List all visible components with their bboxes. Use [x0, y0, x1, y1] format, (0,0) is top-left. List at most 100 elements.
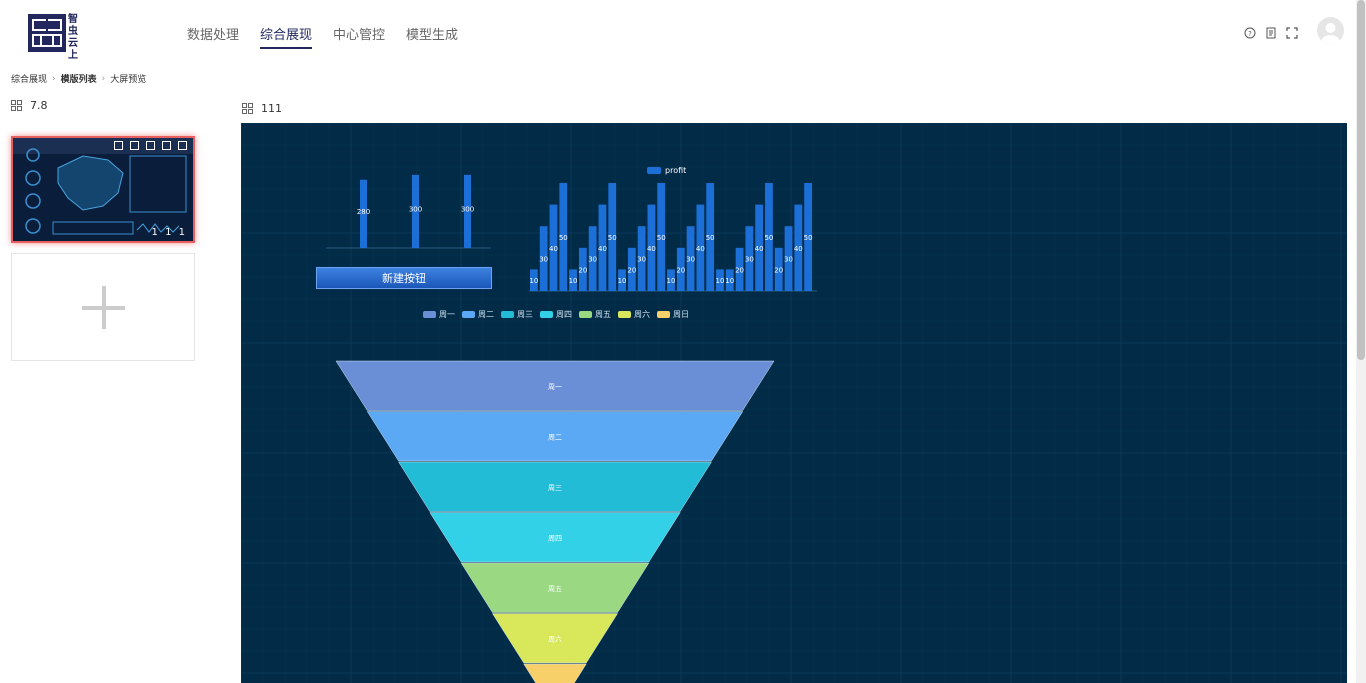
funnel-segment: [523, 663, 587, 683]
bar-data-label: 30: [745, 256, 754, 264]
bar-data-label: 50: [559, 234, 568, 242]
bar-chart-small: 280 300 300: [326, 174, 491, 249]
funnel-label: 周二: [548, 433, 562, 441]
scrollbar-thumb[interactable]: [1357, 0, 1365, 360]
add-template-button[interactable]: [11, 253, 195, 361]
bar-data-label: 30: [637, 256, 646, 264]
bar-data-label: 300: [409, 205, 422, 213]
legend-label: 周日: [673, 310, 689, 319]
funnel-legend-item[interactable]: 周一: [423, 309, 455, 320]
legend-label: 周四: [556, 310, 572, 319]
bar-data-label: 20: [735, 266, 744, 274]
nav-item-comprehensive-display[interactable]: 综合展现: [260, 24, 313, 49]
breadcrumb-separator: ›: [52, 73, 56, 84]
legend-swatch: [657, 311, 670, 318]
help-icon[interactable]: ?: [1244, 27, 1256, 39]
legend-label-profit: profit: [665, 166, 687, 175]
bar-data-label: 280: [357, 208, 370, 216]
bar-data-label: 10: [716, 277, 725, 285]
breadcrumb-item-template-list[interactable]: 模版列表: [61, 72, 97, 85]
bar-data-label: 10: [667, 277, 676, 285]
funnel-chart: 周一周二周三周四周五周六: [335, 360, 775, 683]
main-nav: 数据处理 综合展现 中心管控 模型生成: [187, 24, 458, 49]
bar-data-label: 20: [578, 266, 587, 274]
main-panel-header: 111: [242, 102, 282, 115]
bar-data-label: 30: [686, 256, 695, 264]
legend-label: 周五: [595, 310, 611, 319]
bar-data-label: 50: [804, 234, 813, 242]
logo-text: 智虫云上: [68, 14, 78, 61]
document-icon[interactable]: [1265, 27, 1277, 39]
header-tools: ?: [1244, 27, 1298, 39]
thumbnail-label: 1 1 1: [151, 227, 187, 238]
legend-swatch: [462, 311, 475, 318]
nav-item-center-control[interactable]: 中心管控: [333, 24, 385, 49]
template-thumbnail[interactable]: 1 1 1: [11, 136, 195, 243]
logo-mark: [28, 14, 66, 52]
legend-label: 周一: [439, 310, 455, 319]
thumbnail-toolbar: [114, 141, 187, 150]
bar-data-label: 40: [794, 245, 803, 253]
breadcrumb-item-home[interactable]: 综合展现: [11, 72, 47, 85]
preview-icon[interactable]: [146, 141, 155, 150]
legend-swatch: [423, 311, 436, 318]
bar-data-label: 50: [764, 234, 773, 242]
breadcrumb-item-current: 大屏预览: [110, 75, 147, 85]
funnel-legend-item[interactable]: 周五: [579, 309, 611, 320]
nav-item-data-processing[interactable]: 数据处理: [187, 24, 239, 49]
bar-data-label: 50: [608, 234, 617, 242]
edit-icon[interactable]: [178, 141, 187, 150]
top-navigation-bar: 智虫云上 数据处理 综合展现 中心管控 模型生成 ?: [0, 0, 1356, 64]
legend-swatch: [579, 311, 592, 318]
bar-data-label: 20: [627, 266, 636, 274]
legend-label: 周三: [517, 310, 533, 319]
svg-text:?: ?: [1248, 30, 1252, 38]
bar-data-label: 30: [539, 256, 548, 264]
legend-label: 周二: [478, 310, 494, 319]
page-scrollbar[interactable]: [1356, 0, 1366, 683]
bar-data-label: 50: [657, 234, 666, 242]
funnel-legend: 周一 周二 周三 周四 周五 周六 周日: [423, 309, 689, 320]
bar-data-label: 40: [598, 245, 607, 253]
bar-data-label: 40: [647, 245, 656, 253]
grid-icon: [11, 100, 22, 111]
bar-data-label: 40: [696, 245, 705, 253]
bar-data-label: 30: [784, 256, 793, 264]
funnel-legend-item[interactable]: 周四: [540, 309, 572, 320]
grid-icon: [242, 103, 253, 114]
bar-data-label: 40: [755, 245, 764, 253]
brand-logo[interactable]: 智虫云上: [28, 14, 82, 61]
funnel-legend-item[interactable]: 周日: [657, 309, 689, 320]
left-panel-header: 7.8: [11, 99, 48, 112]
share-icon[interactable]: [114, 141, 123, 150]
bar-data-label: 10: [569, 277, 578, 285]
bar-data-label: 40: [549, 245, 558, 253]
fullscreen-icon[interactable]: [1286, 27, 1298, 39]
legend-swatch: [501, 311, 514, 318]
breadcrumb: 综合展现 › 模版列表 › 大屏预览: [11, 72, 147, 86]
new-button[interactable]: 新建按钮: [316, 267, 492, 289]
funnel-label: 周四: [548, 534, 562, 542]
copy-icon[interactable]: [130, 141, 139, 150]
legend-label: 周六: [634, 310, 650, 319]
bar-data-label: 300: [461, 205, 474, 213]
dashboard-canvas: 280 300 300 profit 10 30 40 50 10 20 30 40 50 10 20 3…: [241, 123, 1347, 683]
funnel-label: 周三: [548, 484, 562, 492]
bar-chart-profit: 1030405010203040501020304050102030405010…: [529, 183, 817, 292]
user-icon: [1321, 23, 1340, 44]
legend-swatch-profit: [647, 167, 661, 174]
user-avatar[interactable]: [1317, 17, 1344, 44]
bar-data-label: 10: [529, 277, 538, 285]
delete-icon[interactable]: [162, 141, 171, 150]
thumbnail-preview-image: [13, 138, 193, 241]
bar-data-label: 50: [706, 234, 715, 242]
funnel-legend-item[interactable]: 周二: [462, 309, 494, 320]
breadcrumb-separator: ›: [101, 73, 106, 84]
left-panel-title: 7.8: [30, 99, 48, 112]
funnel-legend-item[interactable]: 周六: [618, 309, 650, 320]
nav-item-model-generation[interactable]: 模型生成: [406, 24, 458, 49]
bar-data-label: 10: [725, 277, 734, 285]
bar-data-label: 10: [618, 277, 627, 285]
funnel-legend-item[interactable]: 周三: [501, 309, 533, 320]
main-panel-title: 111: [261, 102, 282, 115]
